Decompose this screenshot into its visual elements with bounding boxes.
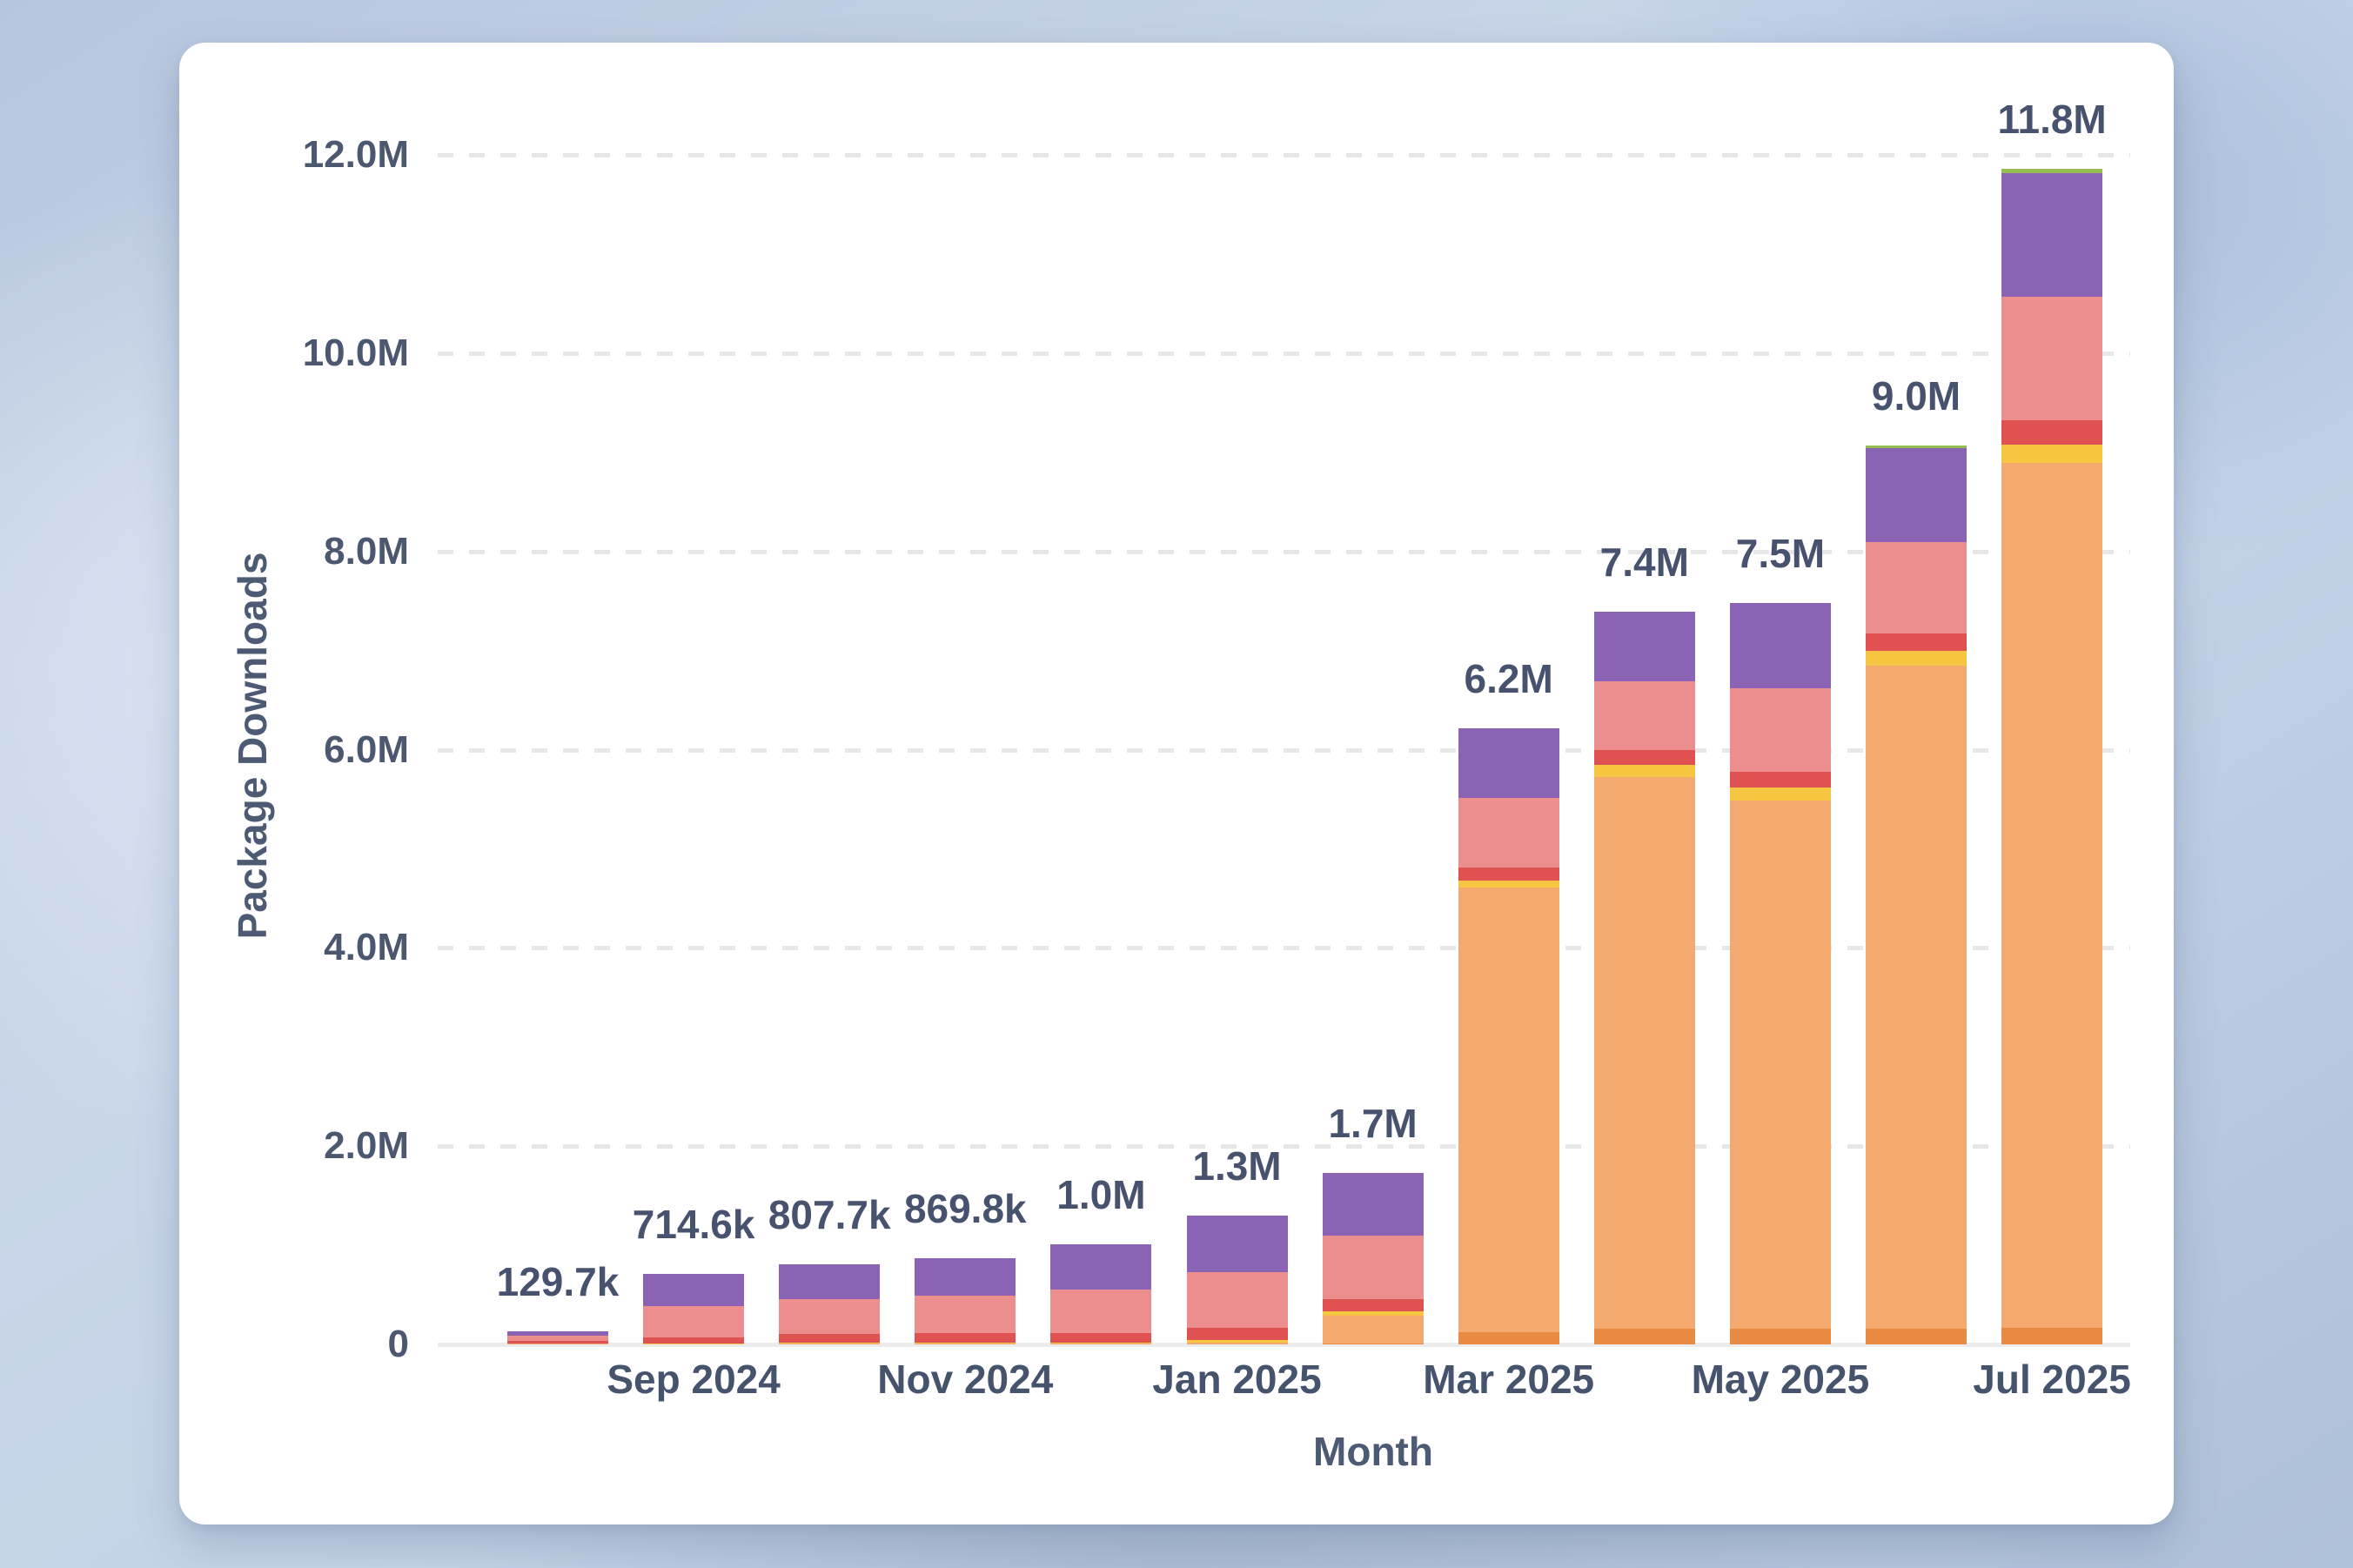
pink-segment [1187, 1272, 1288, 1328]
pink-segment [1323, 1236, 1424, 1299]
y-tick-label: 12.0M [122, 135, 409, 175]
pink-segment [507, 1336, 608, 1341]
purple-segment [1187, 1216, 1288, 1272]
gridline [438, 352, 2130, 356]
purple-segment [1050, 1244, 1151, 1290]
dark-orange-segment [2001, 1328, 2102, 1344]
purple-segment [1594, 612, 1695, 681]
y-tick-label: 10.0M [122, 333, 409, 373]
yellow-segment [1594, 765, 1695, 777]
pink-segment [2001, 297, 2102, 419]
orange-segment [1594, 777, 1695, 1329]
red-segment [1458, 868, 1559, 881]
orange-segment [1730, 801, 1831, 1329]
orange-segment [1866, 666, 1967, 1329]
x-axis-title: Month [1313, 1428, 1433, 1475]
pink-segment [915, 1296, 1016, 1333]
red-segment [1594, 750, 1695, 765]
yellow-segment [1866, 651, 1967, 666]
pink-segment [1050, 1290, 1151, 1333]
yellow-segment [1187, 1340, 1288, 1343]
x-tick-label: May 2025 [1632, 1359, 1928, 1399]
dark-orange-segment [1458, 1332, 1559, 1344]
yellow-segment [1458, 881, 1559, 888]
orange-segment [2001, 463, 2102, 1328]
orange-segment [1187, 1343, 1288, 1344]
x-tick-label: Jul 2025 [1904, 1359, 2200, 1399]
red-segment [507, 1341, 608, 1344]
purple-segment [2001, 173, 2102, 297]
pink-segment [1866, 542, 1967, 633]
x-tick-label: Sep 2024 [546, 1359, 841, 1399]
dark-orange-segment [1866, 1329, 1967, 1344]
purple-segment [643, 1274, 744, 1306]
yellow-segment [1730, 787, 1831, 801]
green-segment [2001, 169, 2102, 173]
yellow-segment [915, 1343, 1016, 1344]
bar-total-label: 11.8M [1913, 99, 2191, 139]
y-tick-label: 0 [122, 1324, 409, 1364]
pink-segment [1458, 798, 1559, 868]
dark-orange-segment [1594, 1329, 1695, 1344]
purple-segment [1458, 728, 1559, 798]
page-background: 02.0M4.0M6.0M8.0M10.0M12.0M129.7k714.6k8… [0, 0, 2353, 1568]
pink-segment [643, 1306, 744, 1337]
yellow-segment [2001, 445, 2102, 463]
orange-segment [1323, 1316, 1424, 1344]
pink-segment [1730, 688, 1831, 772]
red-segment [1866, 633, 1967, 651]
gridline [438, 153, 2130, 157]
plot-area: 02.0M4.0M6.0M8.0M10.0M12.0M129.7k714.6k8… [0, 0, 2353, 1568]
purple-segment [507, 1331, 608, 1336]
pink-segment [779, 1299, 880, 1334]
yellow-segment [779, 1343, 880, 1344]
purple-segment [779, 1264, 880, 1299]
yellow-segment [1050, 1343, 1151, 1344]
purple-segment [1866, 448, 1967, 542]
red-segment [643, 1337, 744, 1344]
yellow-segment [1323, 1311, 1424, 1316]
x-tick-label: Mar 2025 [1361, 1359, 1657, 1399]
green-segment [1866, 446, 1967, 448]
red-segment [1730, 772, 1831, 787]
dark-orange-segment [1730, 1329, 1831, 1344]
purple-segment [915, 1258, 1016, 1296]
red-segment [2001, 420, 2102, 445]
red-segment [779, 1334, 880, 1343]
pink-segment [1594, 681, 1695, 750]
y-axis-title: Package Downloads [229, 553, 276, 940]
purple-segment [1730, 603, 1831, 688]
red-segment [915, 1333, 1016, 1343]
orange-segment [1458, 888, 1559, 1332]
x-tick-label: Jan 2025 [1089, 1359, 1385, 1399]
x-tick-label: Nov 2024 [817, 1359, 1113, 1399]
red-segment [1050, 1333, 1151, 1343]
purple-segment [1323, 1173, 1424, 1236]
red-segment [1323, 1299, 1424, 1311]
y-tick-label: 2.0M [122, 1126, 409, 1166]
red-segment [1187, 1328, 1288, 1340]
